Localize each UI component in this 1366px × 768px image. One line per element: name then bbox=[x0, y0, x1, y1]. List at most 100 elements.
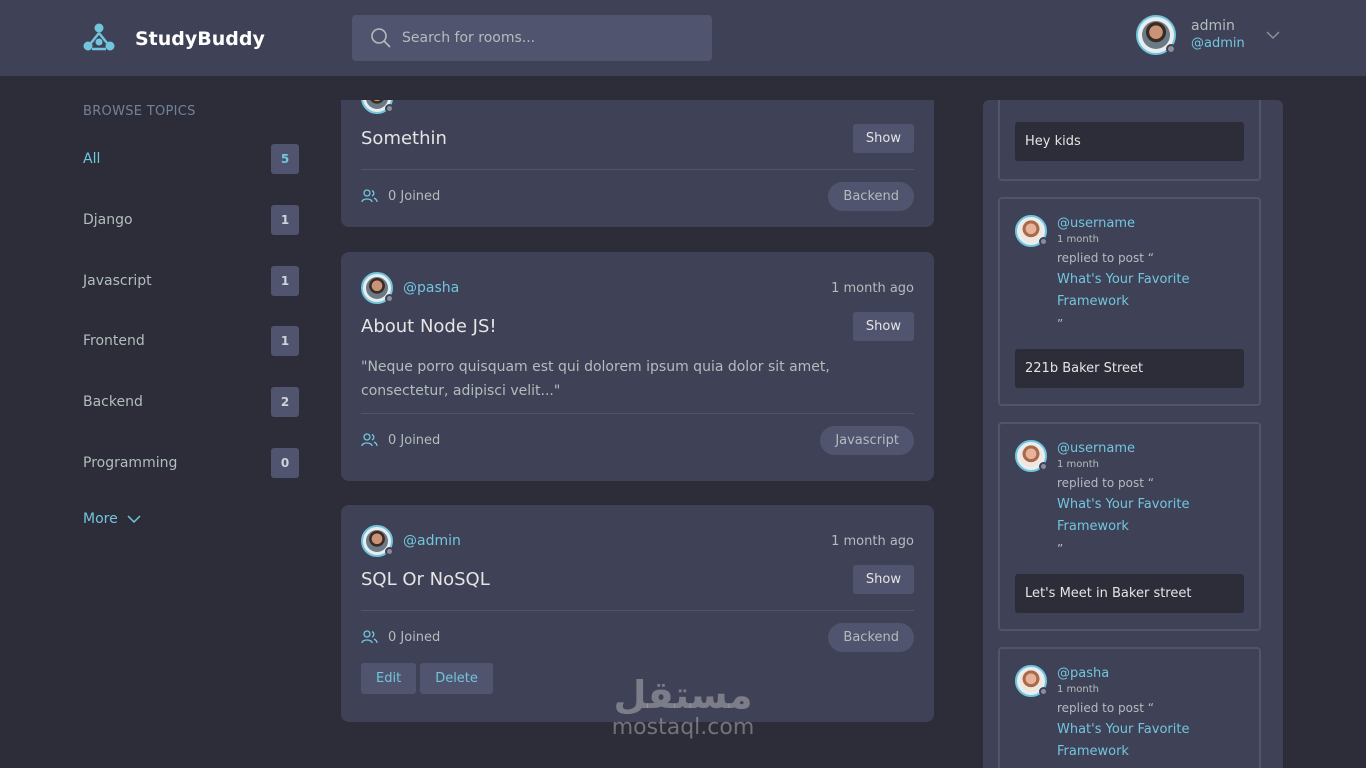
activity-username[interactable]: @username bbox=[1057, 215, 1189, 233]
topic-label: Programming bbox=[83, 455, 178, 471]
chevron-down-icon[interactable] bbox=[1265, 27, 1281, 43]
participants-icon bbox=[361, 189, 378, 203]
edit-button[interactable]: Edit bbox=[361, 663, 417, 694]
room-card-footer: 0 Joined Backend bbox=[361, 611, 914, 663]
user-name: admin bbox=[1191, 18, 1235, 34]
joined-text: 0 Joined bbox=[388, 432, 441, 448]
activity-action: replied to post “ bbox=[1057, 251, 1154, 265]
host-avatar[interactable] bbox=[361, 272, 394, 304]
room-card-footer: 0 Joined Backend bbox=[361, 170, 914, 222]
online-status-dot bbox=[385, 547, 394, 556]
activity-time: 1 month bbox=[1057, 684, 1099, 695]
room-title-row: About Node JS! Show bbox=[361, 312, 914, 341]
room-title[interactable]: SQL Or NoSQL bbox=[361, 569, 490, 590]
activity-post-link[interactable]: What's Your Favorite bbox=[1057, 719, 1189, 741]
search-icon bbox=[371, 28, 391, 48]
topic-label: Frontend bbox=[83, 333, 145, 349]
room-card-header bbox=[361, 100, 914, 116]
online-status-dot bbox=[1039, 237, 1048, 246]
user-avatar[interactable] bbox=[1136, 15, 1176, 55]
activity-item: @pasha 1 month replied to post “ What's … bbox=[998, 647, 1261, 768]
activity-item: Hey kids bbox=[998, 100, 1261, 181]
room-search-bar[interactable] bbox=[352, 15, 712, 61]
logo-icon bbox=[83, 23, 115, 51]
online-status-dot bbox=[1039, 687, 1048, 696]
topic-item-django[interactable]: Django 1 bbox=[83, 204, 299, 236]
activity-post-link[interactable]: Framework bbox=[1057, 291, 1189, 313]
browse-topics-heading: BROWSE TOPICS bbox=[83, 104, 196, 119]
watermark: مستقل mostaql.com bbox=[600, 675, 766, 741]
activity-message: Let's Meet in Baker street bbox=[1015, 574, 1244, 613]
room-title-row: Somethin Show bbox=[361, 124, 914, 153]
activity-message: Hey kids bbox=[1015, 122, 1244, 161]
topic-item-programming[interactable]: Programming 0 bbox=[83, 447, 299, 479]
activity-message: 221b Baker Street bbox=[1015, 349, 1244, 388]
host-username[interactable]: @admin bbox=[403, 533, 461, 549]
activity-user-avatar[interactable] bbox=[1015, 215, 1048, 247]
room-feed[interactable]: Somethin Show 0 Joined Backend @pasha 1 … bbox=[341, 100, 934, 768]
activity-user-avatar[interactable] bbox=[1015, 665, 1048, 697]
topic-label: Django bbox=[83, 212, 133, 228]
activity-user-avatar[interactable] bbox=[1015, 440, 1048, 472]
topic-label: All bbox=[83, 151, 101, 167]
search-input[interactable] bbox=[402, 30, 692, 46]
host-avatar[interactable] bbox=[361, 100, 394, 114]
activity-time: 1 month bbox=[1057, 234, 1099, 245]
avatar-image bbox=[1142, 21, 1170, 49]
activity-quote-close: ” bbox=[1057, 317, 1064, 331]
activity-post-link[interactable]: What's Your Favorite bbox=[1057, 269, 1189, 291]
room-card-footer: 0 Joined Javascript bbox=[361, 414, 914, 466]
topic-item-javascript[interactable]: Javascript 1 bbox=[83, 265, 299, 297]
room-host[interactable] bbox=[361, 100, 394, 114]
activity-post-link[interactable]: Framework bbox=[1057, 741, 1189, 763]
activity-username[interactable]: @username bbox=[1057, 440, 1189, 458]
topic-count-badge: 1 bbox=[271, 266, 299, 296]
activity-quote-close: ” bbox=[1057, 542, 1064, 556]
room-host[interactable]: @admin bbox=[361, 525, 461, 557]
participants-icon bbox=[361, 433, 378, 447]
more-topics-link[interactable]: More bbox=[83, 511, 142, 527]
joined-text: 0 Joined bbox=[388, 629, 441, 645]
topic-tag[interactable]: Backend bbox=[828, 181, 914, 211]
user-handle: @admin bbox=[1191, 36, 1245, 51]
topic-item-frontend[interactable]: Frontend 1 bbox=[83, 325, 299, 357]
joined-count: 0 Joined bbox=[361, 433, 440, 448]
room-card: @pasha 1 month ago About Node JS! Show "… bbox=[341, 252, 934, 481]
joined-count: 0 Joined bbox=[361, 189, 440, 204]
activity-time: 1 month bbox=[1057, 459, 1099, 470]
activity-username[interactable]: @pasha bbox=[1057, 665, 1189, 683]
topic-tag[interactable]: Javascript bbox=[820, 425, 914, 455]
activity-post-link[interactable]: Framework bbox=[1057, 516, 1189, 538]
recent-activity-panel[interactable]: Hey kids @username 1 month replied to po… bbox=[983, 100, 1283, 768]
online-status-dot bbox=[1039, 462, 1048, 471]
brand-logo-link[interactable]: StudyBuddy bbox=[82, 22, 265, 56]
watermark-arabic: مستقل bbox=[613, 673, 753, 717]
activity-text: @username 1 month replied to post “ What… bbox=[1057, 215, 1189, 335]
topic-tag[interactable]: Backend bbox=[828, 622, 914, 652]
host-avatar[interactable] bbox=[361, 525, 394, 557]
activity-header: @username 1 month replied to post “ What… bbox=[1000, 424, 1259, 560]
activity-text: @pasha 1 month replied to post “ What's … bbox=[1057, 665, 1189, 763]
room-title[interactable]: Somethin bbox=[361, 128, 447, 149]
online-status-dot bbox=[385, 104, 394, 113]
activity-item: @username 1 month replied to post “ What… bbox=[998, 197, 1261, 406]
show-button[interactable]: Show bbox=[852, 565, 914, 594]
watermark-latin: mostaql.com bbox=[611, 715, 755, 740]
room-host[interactable]: @pasha bbox=[361, 272, 459, 304]
activity-post-link[interactable]: What's Your Favorite bbox=[1057, 494, 1189, 516]
topic-item-backend[interactable]: Backend 2 bbox=[83, 386, 299, 418]
show-button[interactable]: Show bbox=[852, 124, 914, 153]
activity-header: @pasha 1 month replied to post “ What's … bbox=[1000, 649, 1259, 763]
user-menu[interactable]: admin @admin bbox=[1136, 15, 1281, 55]
room-title[interactable]: About Node JS! bbox=[361, 316, 497, 337]
room-timestamp: 1 month ago bbox=[831, 533, 914, 549]
host-username[interactable]: @pasha bbox=[403, 280, 459, 296]
delete-button[interactable]: Delete bbox=[420, 663, 493, 694]
top-navbar: StudyBuddy admin @admin bbox=[0, 0, 1366, 76]
activity-item: @username 1 month replied to post “ What… bbox=[998, 422, 1261, 631]
joined-count: 0 Joined bbox=[361, 630, 440, 645]
topic-item-all[interactable]: All 5 bbox=[83, 143, 299, 175]
topic-count-badge: 1 bbox=[271, 205, 299, 235]
show-button[interactable]: Show bbox=[852, 312, 914, 341]
room-description: "Neque porro quisquam est qui dolorem ip… bbox=[361, 359, 830, 399]
